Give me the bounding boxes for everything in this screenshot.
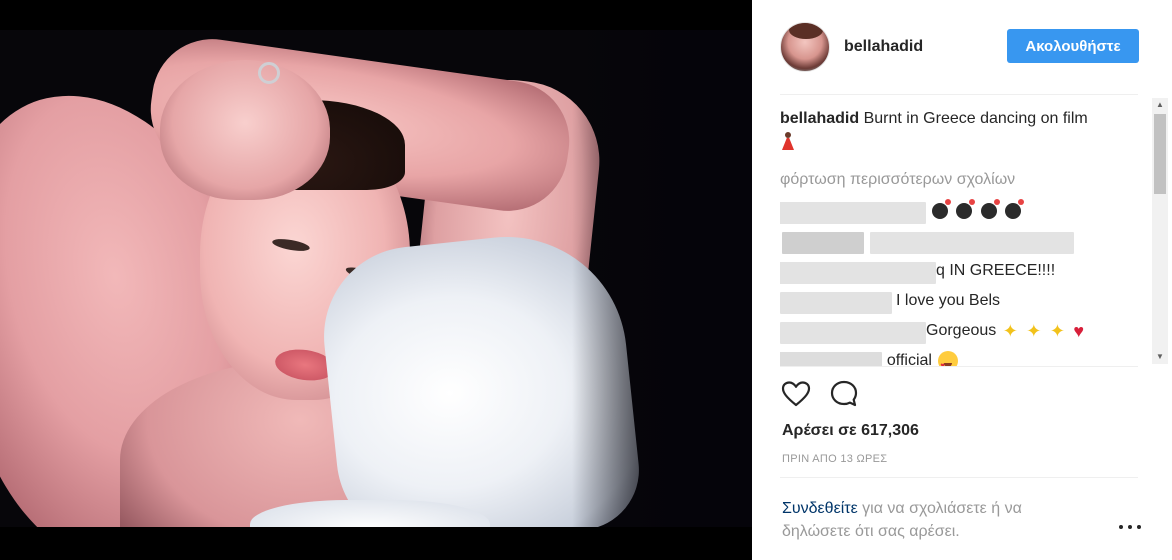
heart-outline-icon[interactable] bbox=[780, 378, 812, 410]
comment-list: q IN GREECE!!!! I love you Bels Gorgeous… bbox=[780, 197, 1156, 366]
comment-item: q IN GREECE!!!! bbox=[780, 257, 1156, 287]
caption: bellahadid Burnt in Greece dancing on fi… bbox=[780, 108, 1130, 157]
comment-text: Gorgeous bbox=[926, 322, 997, 340]
redacted-username bbox=[780, 352, 882, 366]
bomb-icon bbox=[932, 198, 951, 219]
follow-button[interactable]: Ακολουθήστε bbox=[1007, 29, 1139, 63]
red-heart-icon: ♥ bbox=[1073, 321, 1085, 341]
footer-divider bbox=[780, 477, 1138, 478]
comment-text: q IN GREECE!!!! bbox=[936, 262, 1056, 279]
bomb-icon bbox=[980, 198, 1000, 219]
comments-divider bbox=[780, 366, 1138, 367]
header-divider bbox=[780, 94, 1138, 95]
redacted-username bbox=[780, 292, 892, 314]
comment-item bbox=[780, 227, 1156, 257]
redacted-username bbox=[780, 202, 926, 224]
redacted-username bbox=[780, 262, 936, 284]
post-actions bbox=[780, 378, 880, 412]
scroll-thumb[interactable] bbox=[1154, 114, 1166, 194]
bomb-icon bbox=[956, 198, 976, 219]
comments-section: bellahadid Burnt in Greece dancing on fi… bbox=[780, 108, 1156, 366]
scroll-down-arrow-icon[interactable]: ▼ bbox=[1152, 350, 1168, 364]
sparkles-icon: ✦ bbox=[1049, 321, 1065, 341]
scroll-up-arrow-icon[interactable]: ▲ bbox=[1152, 98, 1168, 112]
caption-text: Burnt in Greece dancing on film bbox=[863, 110, 1088, 127]
login-link[interactable]: Συνδεθείτε bbox=[782, 500, 858, 517]
redacted-text bbox=[870, 232, 1074, 254]
photo-shadow bbox=[572, 30, 752, 527]
comment-text: _official bbox=[878, 352, 932, 366]
redacted-username bbox=[780, 322, 926, 344]
comment-bubble-icon[interactable] bbox=[828, 378, 860, 410]
heart-eyes-icon bbox=[938, 350, 959, 366]
comments-scrollbar[interactable]: ▲ ▼ bbox=[1152, 98, 1168, 364]
load-more-comments-link[interactable]: φόρτωση περισσότερων σχολίων bbox=[780, 171, 1156, 189]
post-photo[interactable] bbox=[0, 30, 752, 527]
like-count[interactable]: Αρέσει σε 617,306 bbox=[782, 422, 919, 440]
sparkles-icon: ✦ bbox=[1026, 321, 1042, 341]
login-prompt: Συνδεθείτε για να σχολιάσετε ή να δηλώσε… bbox=[782, 497, 1082, 543]
comment-item bbox=[780, 197, 1156, 227]
post-side-panel: bellahadid Ακολουθήστε bellahadid Burnt … bbox=[752, 0, 1172, 560]
comment-item: Gorgeous ✦ ✦ ✦ ♥ bbox=[780, 317, 1156, 347]
dancer-emoji-icon bbox=[780, 132, 796, 150]
header-username[interactable]: bellahadid bbox=[844, 38, 923, 56]
comment-text: I love you Bels bbox=[896, 292, 1001, 309]
sparkles-icon: ✦ bbox=[1002, 321, 1018, 341]
more-options-icon[interactable] bbox=[1117, 516, 1143, 536]
photo-ring bbox=[258, 62, 280, 84]
comment-item: I love you Bels bbox=[780, 287, 1156, 317]
post-media-panel bbox=[0, 0, 752, 560]
photo-hand bbox=[160, 60, 330, 200]
avatar[interactable] bbox=[780, 22, 830, 72]
comment-item: _official bbox=[780, 347, 1156, 366]
bomb-icon bbox=[1005, 198, 1025, 219]
redacted-username bbox=[782, 232, 864, 254]
post-timestamp[interactable]: ΠΡΙΝ ΑΠΟ 13 ΩΡΕΣ bbox=[782, 453, 887, 465]
caption-username[interactable]: bellahadid bbox=[780, 110, 859, 127]
post-header: bellahadid Ακολουθήστε bbox=[780, 22, 1140, 72]
